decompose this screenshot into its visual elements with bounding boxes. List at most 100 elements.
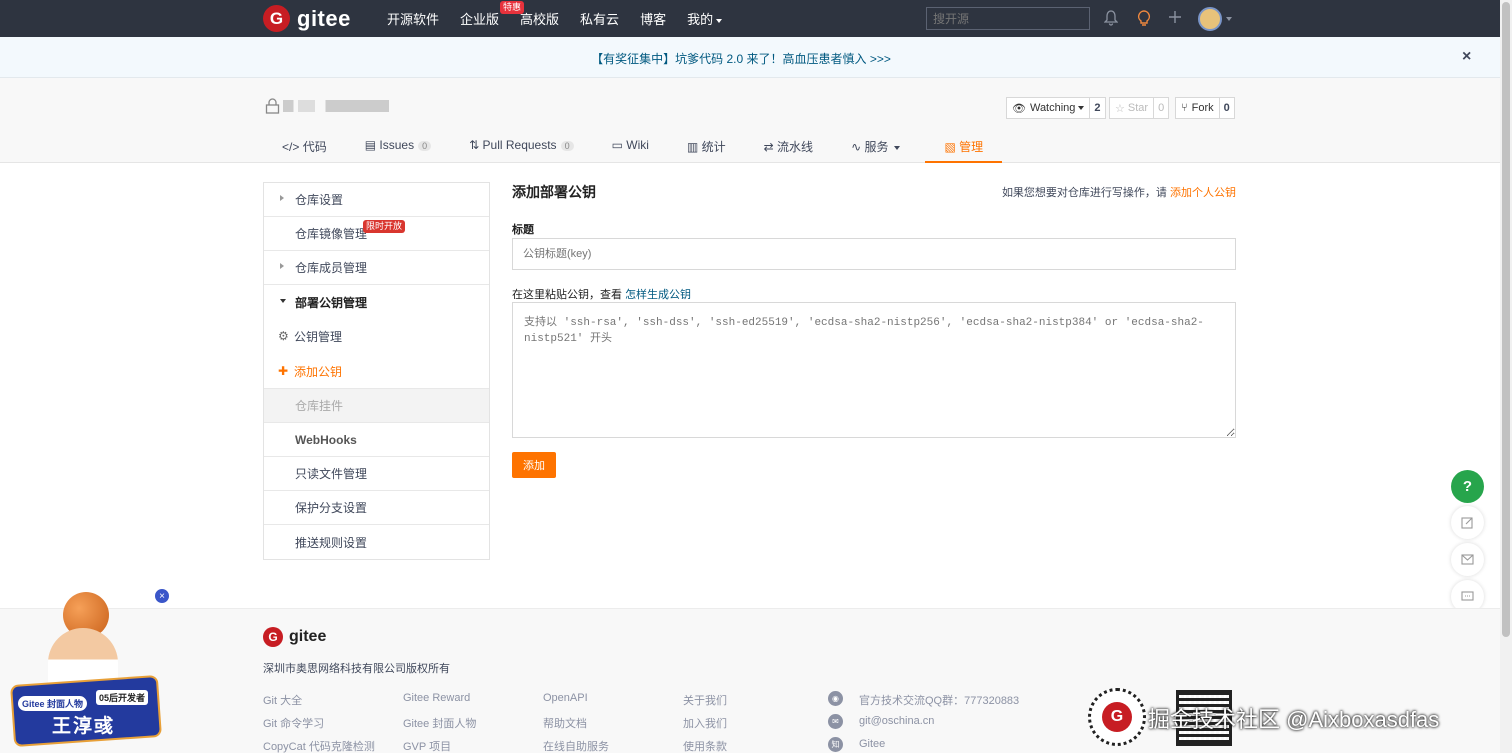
user-avatar[interactable] <box>1198 7 1222 31</box>
issues-icon: ▤ <box>364 138 377 152</box>
sidebar-item-widget[interactable]: 仓库挂件 <box>264 389 489 423</box>
announcement-link[interactable]: 【有奖征集中】坑爹代码 2.0 来了！高血压患者慎入 >>> <box>0 50 1482 67</box>
promo-name: 王淳彧 <box>52 716 116 737</box>
fork-label: Fork <box>1191 102 1214 114</box>
caret-right-icon <box>280 263 284 269</box>
sidebar-item-protected-branches[interactable]: 保护分支设置 <box>264 491 489 525</box>
fork-button[interactable]: ⑂ Fork <box>1175 97 1220 119</box>
fork-group: ⑂ Fork 0 <box>1175 97 1235 119</box>
key-textarea[interactable] <box>512 302 1236 438</box>
page-scrollbar[interactable] <box>1500 0 1512 753</box>
nav-open-source[interactable]: 开源软件 <box>387 9 439 28</box>
footer-link[interactable]: 在线自助服务 <box>543 738 609 753</box>
fork-count[interactable]: 0 <box>1219 97 1235 119</box>
gear-icon: ⚙ <box>278 329 289 343</box>
project-header: 👁 Watching 2 ☆ Star 0 ⑂ Fork 0 </> 代码 ▤ Iss… <box>0 78 1500 163</box>
watermark-text: 掘金技术社区 @Aixboxasdfas <box>1148 707 1440 732</box>
tab-label: 管理 <box>959 140 984 154</box>
mail-icon[interactable] <box>1451 543 1484 576</box>
lightbulb-icon[interactable] <box>1137 10 1151 31</box>
feedback-edit-icon[interactable] <box>1451 506 1484 539</box>
tab-services[interactable]: ∿ 服务 <box>832 128 919 163</box>
sidebar-subitem-add-key[interactable]: ✚ 添加公钥 <box>264 354 489 389</box>
footer-logo[interactable]: G gitee <box>263 627 326 647</box>
form-hint-text: 如果您想要对仓库进行写操作，请 <box>1001 187 1167 199</box>
footer-link[interactable]: Gitee Reward <box>403 692 470 704</box>
tab-code[interactable]: </> 代码 <box>263 128 346 163</box>
cover-person-promo[interactable]: Gitee 封面人物 05后开发者 王淳彧 <box>8 592 162 748</box>
plus-icon[interactable] <box>1168 10 1182 28</box>
tab-pipeline[interactable]: ⇄ 流水线 <box>745 128 832 163</box>
sidebar-item-deploy-keys[interactable]: 部署公钥管理 <box>264 285 489 319</box>
sidebar-item-members[interactable]: 仓库成员管理 <box>264 251 489 285</box>
caret-down-icon <box>280 299 286 303</box>
footer-link[interactable]: Git 命令学习 <box>263 715 324 731</box>
footer-link[interactable]: 加入我们 <box>683 715 727 731</box>
pull-request-icon: ⇅ <box>469 138 480 152</box>
nav-mine[interactable]: 我的 <box>687 9 723 28</box>
sidebar-item-push-rules[interactable]: 推送规则设置 <box>264 525 489 559</box>
sidebar-item-label: 保护分支设置 <box>295 501 368 515</box>
footer-link[interactable]: 使用条款 <box>683 738 727 753</box>
tab-label: 代码 <box>302 140 327 154</box>
tab-pull-requests[interactable]: ⇅ Pull Requests 0 <box>450 128 592 163</box>
limited-open-badge: 限时开放 <box>363 220 406 233</box>
how-to-generate-key-link[interactable]: 怎样生成公钥 <box>625 289 691 301</box>
star-group: ☆ Star 0 <box>1109 97 1170 119</box>
tab-manage[interactable]: ▧ 管理 <box>925 128 1003 163</box>
sidebar-item-repo-settings[interactable]: 仓库设置 <box>264 183 489 217</box>
pulse-icon: ∿ <box>851 140 862 154</box>
gitee-logo-icon: G <box>263 627 283 647</box>
tab-label: 服务 <box>864 140 889 154</box>
chevron-down-icon <box>894 145 901 150</box>
nav-private-cloud[interactable]: 私有云 <box>580 9 619 28</box>
footer-link[interactable]: 关于我们 <box>683 692 727 708</box>
gitee-logo-icon: G <box>1102 702 1132 732</box>
nav-blog[interactable]: 博客 <box>640 9 666 28</box>
footer-link[interactable]: Git 大全 <box>263 692 302 708</box>
tab-wiki[interactable]: ▭ Wiki <box>593 128 668 163</box>
star-count[interactable]: 0 <box>1154 97 1170 119</box>
gitee-logo-text: gitee <box>297 5 351 31</box>
add-personal-key-link[interactable]: 添加个人公钥 <box>1170 187 1236 199</box>
sidebar-item-mirror[interactable]: 仓库镜像管理 限时开放 <box>264 217 489 251</box>
help-button[interactable]: ? <box>1451 470 1484 503</box>
nav-education[interactable]: 高校版 <box>520 9 559 28</box>
footer-link[interactable]: OpenAPI <box>543 692 588 704</box>
close-icon[interactable]: × <box>1462 48 1471 66</box>
footer-link[interactable]: 帮助文档 <box>543 715 587 731</box>
mail-icon: ✉ <box>828 714 843 729</box>
nav-mine-label: 我的 <box>687 12 714 27</box>
watch-button[interactable]: 👁 Watching <box>1006 97 1091 119</box>
watch-count[interactable]: 2 <box>1090 97 1106 119</box>
footer-link[interactable]: Gitee 封面人物 <box>403 715 476 731</box>
announcement-bar: 【有奖征集中】坑爹代码 2.0 来了！高血压患者慎入 >>> × <box>0 37 1500 78</box>
nav-enterprise[interactable]: 企业版 特惠 <box>460 1 525 28</box>
watch-label: Watching <box>1029 102 1076 114</box>
avatar-chevron-down-icon[interactable] <box>1226 17 1232 21</box>
scrollbar-thumb[interactable] <box>1502 2 1510 637</box>
footer-email[interactable]: git@oschina.cn <box>859 715 934 727</box>
key-title-input[interactable] <box>512 238 1236 270</box>
bell-icon[interactable] <box>1103 10 1119 30</box>
search-input[interactable] <box>926 7 1090 30</box>
add-deploy-key-form: 添加部署公钥 如果您想要对仓库进行写操作，请 添加个人公钥 标题 在这里粘贴公钥… <box>512 182 1236 478</box>
sidebar-item-readonly-files[interactable]: 只读文件管理 <box>264 457 489 491</box>
footer-gitee-link[interactable]: Gitee <box>859 738 885 750</box>
sidebar-subitem-key-manage[interactable]: ⚙ 公钥管理 <box>264 319 489 354</box>
tab-stats[interactable]: ▥ 统计 <box>668 128 745 163</box>
sidebar-item-webhooks[interactable]: WebHooks <box>264 423 489 457</box>
gitee-logo[interactable]: G gitee <box>263 5 351 32</box>
close-icon[interactable]: × <box>154 588 170 604</box>
star-button[interactable]: ☆ Star <box>1109 97 1155 119</box>
pull-requests-count: 0 <box>560 141 574 151</box>
footer-link[interactable]: CopyCat 代码克隆检测 <box>263 738 375 753</box>
project-name-redacted[interactable] <box>283 100 389 112</box>
nav-enterprise-label: 企业版 <box>460 12 500 27</box>
tab-issues[interactable]: ▤ Issues 0 <box>346 128 450 163</box>
tab-label: 流水线 <box>777 140 814 154</box>
footer-link[interactable]: GVP 项目 <box>403 738 451 753</box>
caret-right-icon <box>280 195 284 201</box>
add-button[interactable]: 添加 <box>512 452 556 478</box>
zhihu-icon: 知 <box>828 737 843 752</box>
